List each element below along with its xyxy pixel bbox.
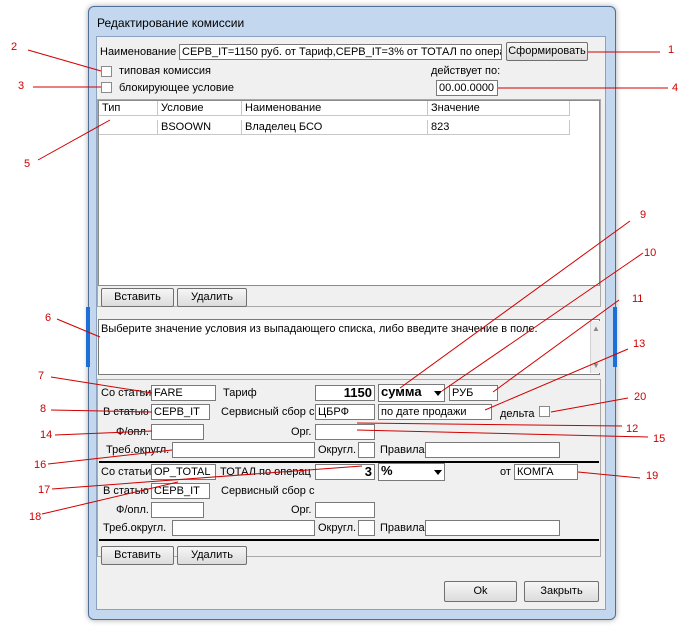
anno-line-2 bbox=[27, 49, 102, 72]
annotation-6: 6 bbox=[45, 312, 52, 324]
anno-line-7 bbox=[50, 376, 153, 394]
annotation-19: 19 bbox=[646, 470, 659, 482]
annotation-13: 13 bbox=[633, 338, 646, 350]
annotation-4: 4 bbox=[672, 82, 679, 94]
annotation-12: 12 bbox=[626, 423, 639, 435]
annotation-2: 2 bbox=[11, 41, 18, 53]
annotation-17: 17 bbox=[38, 484, 51, 496]
anno-line-8 bbox=[50, 409, 153, 413]
anno-line-20 bbox=[550, 397, 629, 413]
anno-line-11 bbox=[492, 299, 620, 393]
anno-line-15 bbox=[356, 429, 649, 438]
annotation-14: 14 bbox=[40, 429, 53, 441]
anno-line-5 bbox=[37, 119, 111, 161]
annotation-15: 15 bbox=[653, 433, 666, 445]
annotation-10: 10 bbox=[644, 247, 657, 259]
anno-line-10 bbox=[441, 252, 644, 392]
annotation-lines bbox=[27, 49, 668, 515]
anno-line-16 bbox=[47, 449, 173, 465]
anno-line-18 bbox=[41, 481, 179, 515]
annotation-1: 1 bbox=[668, 44, 675, 56]
anno-line-12 bbox=[356, 422, 623, 427]
annotation-18: 18 bbox=[29, 511, 42, 523]
anno-line-14 bbox=[54, 430, 153, 436]
annotation-7: 7 bbox=[38, 370, 45, 382]
annotation-3: 3 bbox=[18, 80, 25, 92]
annotation-20: 20 bbox=[634, 391, 647, 403]
anno-line-6 bbox=[56, 318, 101, 338]
anno-line-17 bbox=[51, 465, 363, 490]
anno-line-19 bbox=[577, 471, 641, 479]
annotation-9: 9 bbox=[640, 209, 647, 221]
annotation-5: 5 bbox=[24, 158, 31, 170]
annotation-8: 8 bbox=[40, 403, 47, 415]
annotation-11: 11 bbox=[632, 293, 644, 305]
annotation-16: 16 bbox=[34, 459, 47, 471]
anno-line-13 bbox=[484, 348, 629, 411]
